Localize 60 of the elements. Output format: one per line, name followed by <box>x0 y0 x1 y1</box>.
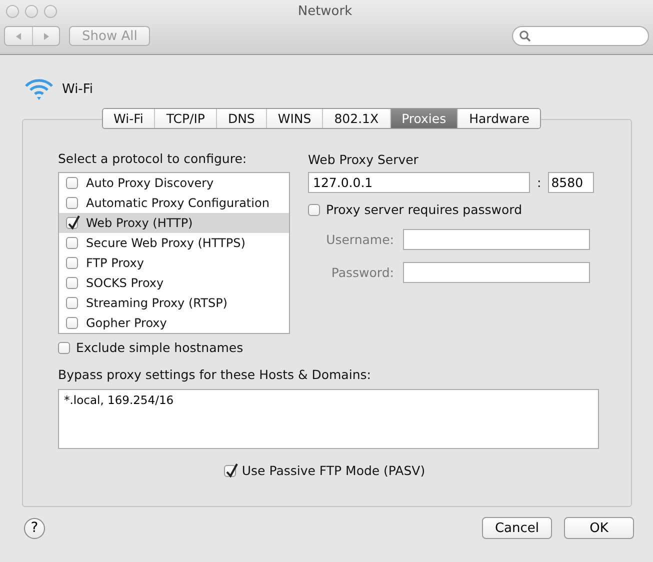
zoom-button[interactable] <box>44 4 57 18</box>
tab[interactable]: Wi-Fi <box>102 109 154 128</box>
bypass-field[interactable]: *.local, 169.254/16 <box>58 389 599 449</box>
tab[interactable]: DNS <box>216 109 266 128</box>
search-field[interactable] <box>512 26 649 46</box>
search-icon <box>519 30 531 42</box>
dialog-button[interactable]: Cancel <box>482 517 552 539</box>
checkbox[interactable] <box>66 217 78 229</box>
protocol-label: Secure Web Proxy (HTTPS) <box>86 236 246 250</box>
close-button[interactable] <box>6 4 19 18</box>
left-triangle-icon <box>14 32 23 40</box>
protocol-row[interactable]: FTP Proxy <box>59 253 289 273</box>
protocol-row[interactable]: Streaming Proxy (RTSP) <box>59 293 289 313</box>
protocol-row[interactable]: Auto Proxy Discovery <box>59 173 289 193</box>
protocol-label: Automatic Proxy Configuration <box>86 196 270 210</box>
service-name: Wi-Fi <box>62 82 94 96</box>
window-title: Network <box>296 4 354 18</box>
wifi-icon <box>24 77 54 101</box>
back-forward-control[interactable] <box>4 26 60 46</box>
tab[interactable]: Proxies <box>390 109 458 128</box>
protocol-label: Auto Proxy Discovery <box>86 176 214 190</box>
field-label: Password: <box>330 265 394 280</box>
port-separator: : <box>536 175 542 190</box>
checkbox[interactable] <box>66 257 78 269</box>
checkbox[interactable] <box>66 197 78 209</box>
protocol-row[interactable]: Web Proxy (HTTP) <box>59 213 289 233</box>
protocol-label: SOCKS Proxy <box>86 276 164 290</box>
web-proxy-server-label: Web Proxy Server <box>308 152 420 167</box>
help-button[interactable]: ? <box>24 518 45 538</box>
port-field[interactable]: 8580 <box>548 172 594 193</box>
checkbox[interactable] <box>66 317 78 329</box>
protocol-label: Web Proxy (HTTP) <box>86 216 193 230</box>
protocol-row[interactable]: Automatic Proxy Configuration <box>59 193 289 213</box>
tab[interactable]: WINS <box>266 109 322 128</box>
protocol-label: FTP Proxy <box>86 256 144 270</box>
tab[interactable]: Hardware <box>457 109 540 128</box>
checkbox[interactable] <box>308 204 320 216</box>
protocol-row[interactable]: Gopher Proxy <box>59 313 289 333</box>
checkbox[interactable] <box>66 177 78 189</box>
server-field[interactable]: 127.0.0.1 <box>308 172 530 193</box>
minimize-button[interactable] <box>25 4 38 18</box>
tab[interactable]: TCP/IP <box>154 109 216 128</box>
checkbox-label: Proxy server requires password <box>326 202 522 217</box>
tab[interactable]: 802.1X <box>322 109 390 128</box>
field-label: Username: <box>325 232 394 247</box>
checkbox-label: Use Passive FTP Mode (PASV) <box>242 463 426 478</box>
checkbox-label: Exclude simple hostnames <box>76 340 244 355</box>
bypass-label: Bypass proxy settings for these Hosts & Domains: <box>58 367 372 382</box>
protocol-row[interactable]: Secure Web Proxy (HTTPS) <box>59 233 289 253</box>
protocol-label: Gopher Proxy <box>86 316 167 330</box>
dialog-button[interactable]: OK <box>564 517 634 539</box>
protocol-list-label: Select a protocol to configure: <box>58 151 248 166</box>
right-triangle-icon <box>42 32 50 40</box>
checkbox[interactable] <box>66 297 78 309</box>
checkbox[interactable] <box>66 237 78 249</box>
protocol-label: Streaming Proxy (RTSP) <box>86 296 228 310</box>
protocol-row[interactable]: SOCKS Proxy <box>59 273 289 293</box>
checkbox[interactable] <box>224 464 236 476</box>
checkbox[interactable] <box>66 277 78 289</box>
checkbox[interactable] <box>58 342 70 354</box>
